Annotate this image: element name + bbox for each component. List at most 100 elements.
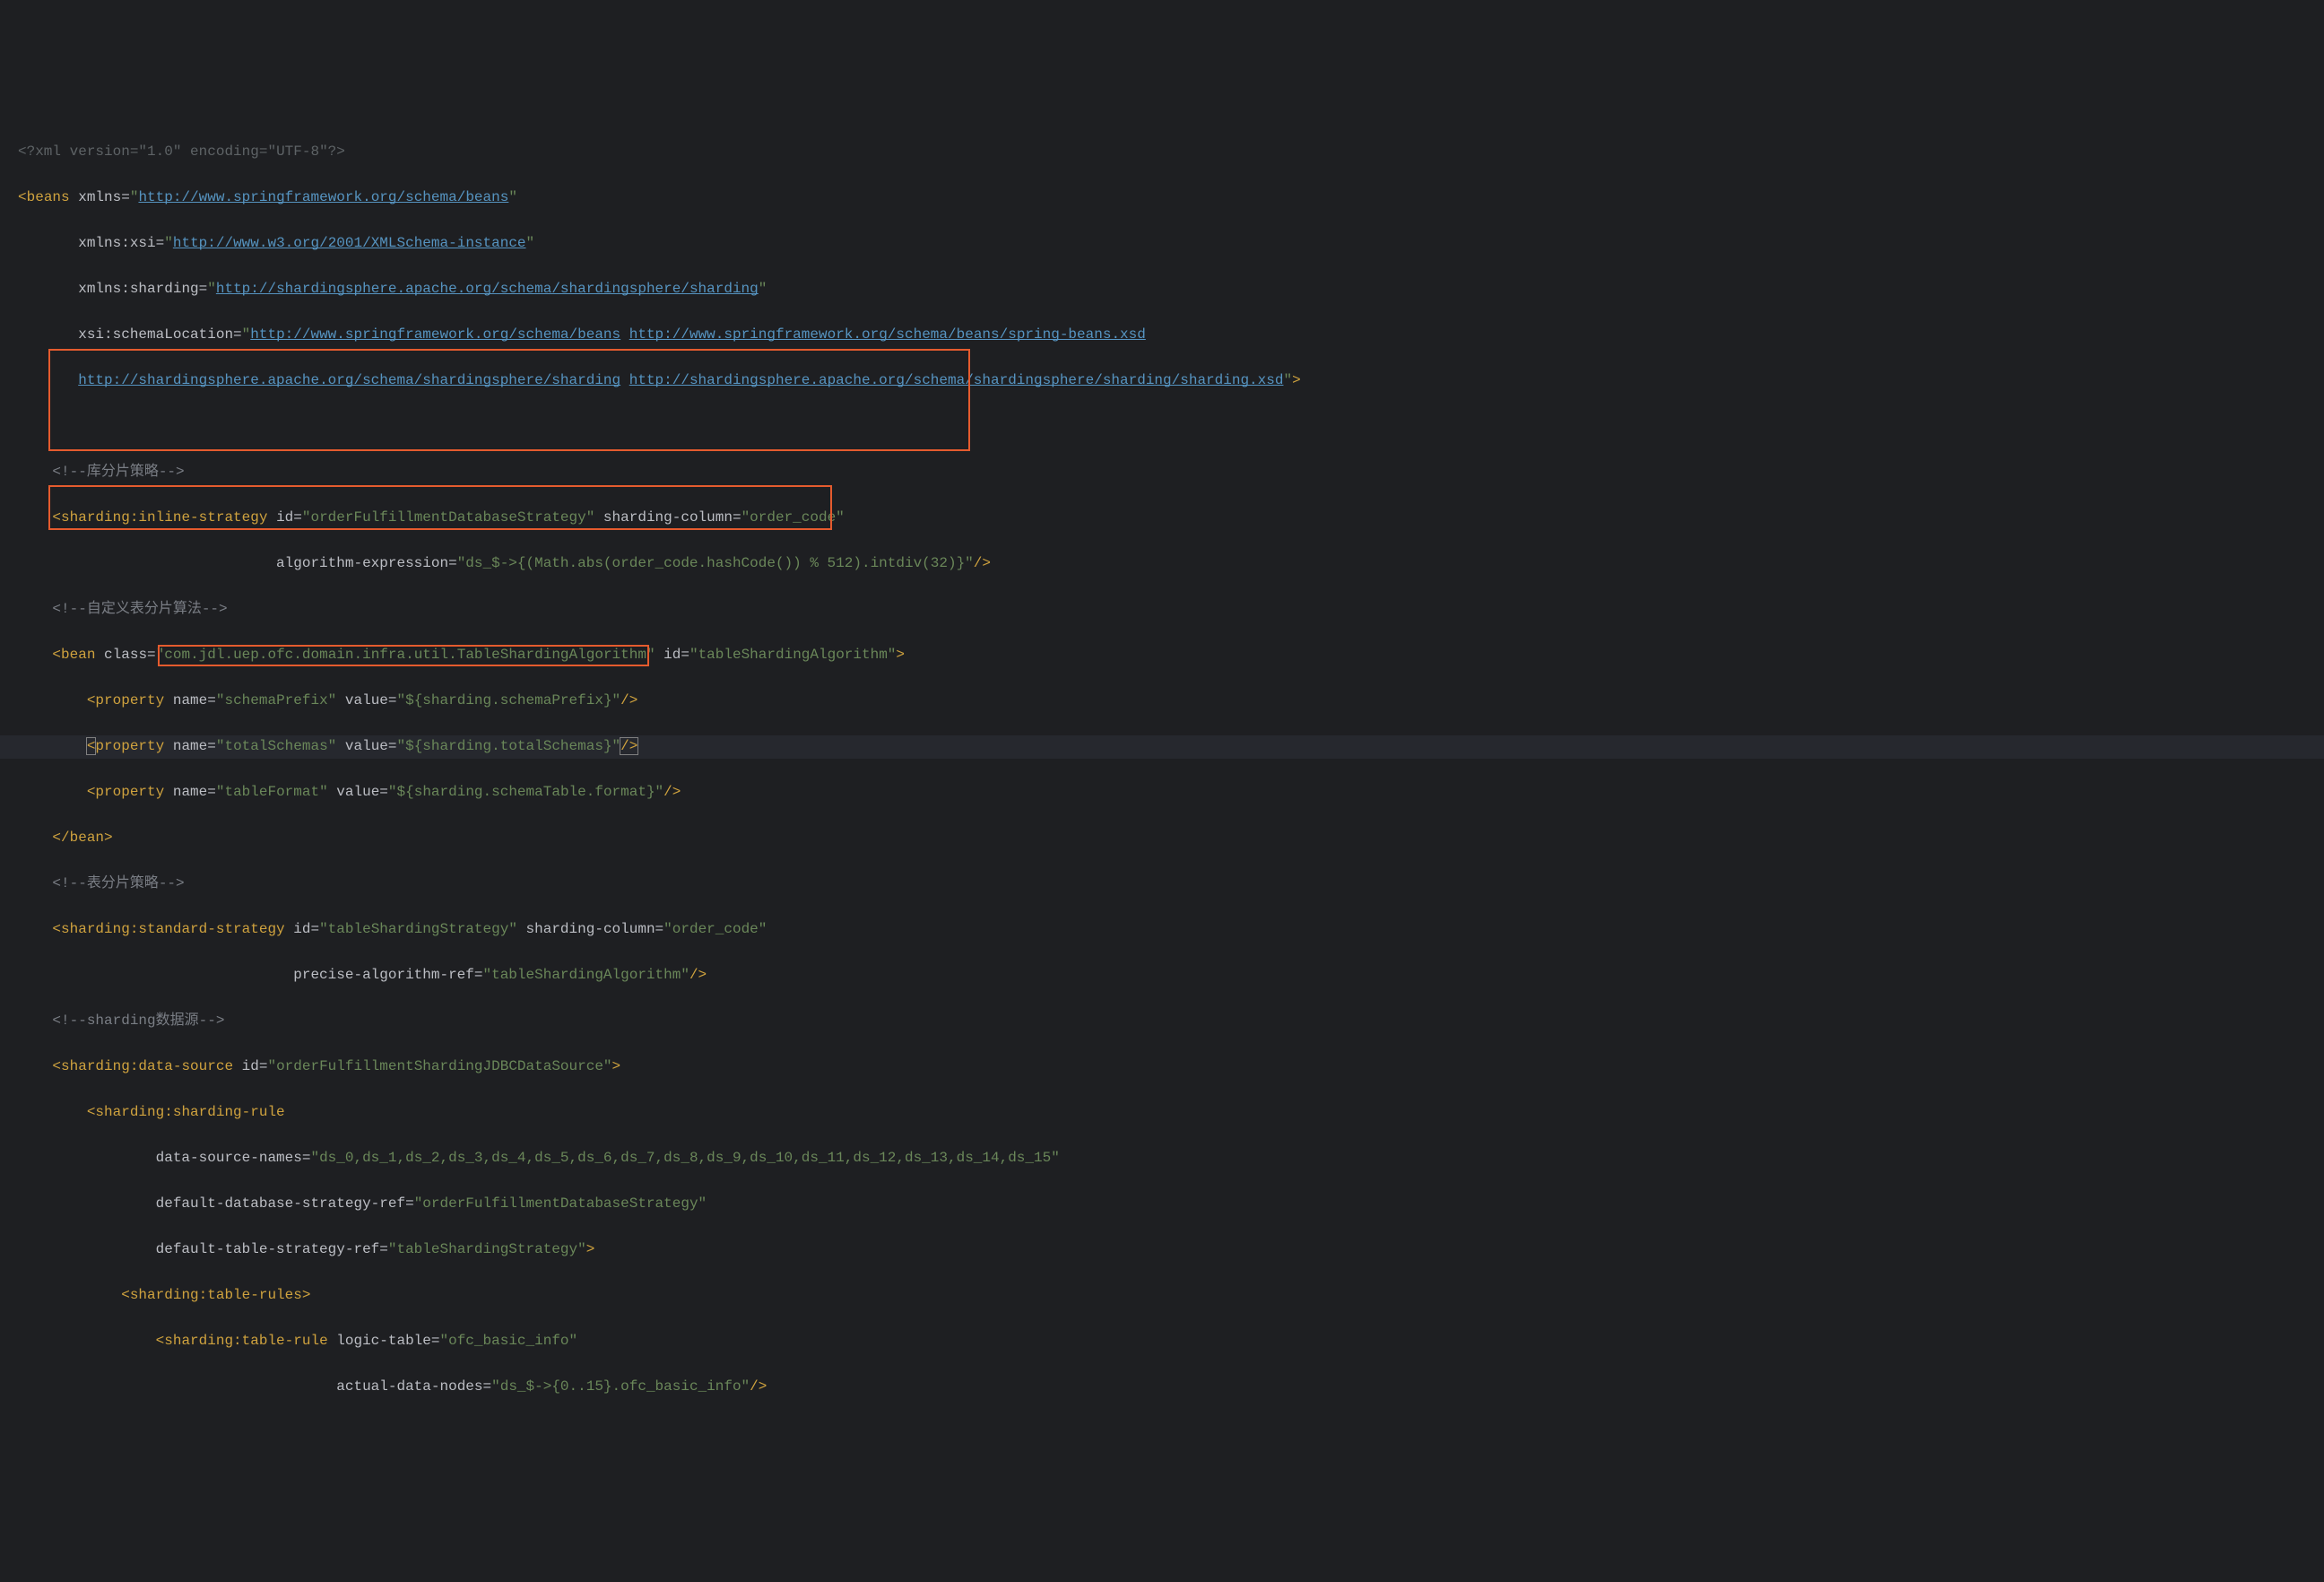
code-line[interactable]: <property name="tableFormat" value="${sh… <box>0 781 2324 804</box>
url-link[interactable]: http://www.w3.org/2001/XMLSchema-instanc… <box>173 235 526 251</box>
equals: = <box>207 784 216 800</box>
code-line[interactable]: http://shardingsphere.apache.org/schema/… <box>0 369 2324 393</box>
tag-close: /> <box>974 555 991 571</box>
attr-value: "tableShardingStrategy" <box>388 1241 586 1257</box>
code-line[interactable]: actual-data-nodes="ds_$->{0..15}.ofc_bas… <box>0 1376 2324 1399</box>
attr-name: id <box>276 509 293 526</box>
xml-decl-close: ?> <box>328 143 345 160</box>
code-line-cursor[interactable]: <property name="totalSchemas" value="${s… <box>0 735 2324 759</box>
attr-value: "orderFulfillmentDatabaseStrategy" <box>414 1195 707 1212</box>
quote: " <box>1283 372 1292 388</box>
code-line[interactable]: <sharding:inline-strategy id="orderFulfi… <box>0 507 2324 530</box>
code-line[interactable]: <?xml version="1.0" encoding="UTF-8"?> <box>0 141 2324 164</box>
code-line[interactable]: <property name="schemaPrefix" value="${s… <box>0 690 2324 713</box>
url-link[interactable]: http://www.springframework.org/schema/be… <box>250 326 620 343</box>
code-line[interactable]: <!--表分片策略--> <box>0 873 2324 896</box>
url-link[interactable]: http://shardingsphere.apache.org/schema/… <box>629 372 1284 388</box>
code-line[interactable]: <sharding:data-source id="orderFulfillme… <box>0 1056 2324 1079</box>
attr-name: default-database-strategy-ref <box>156 1195 405 1212</box>
code-line[interactable]: xmlns:sharding="http://shardingsphere.ap… <box>0 278 2324 301</box>
attr-name: data-source-names <box>156 1150 302 1166</box>
attr-name: value <box>328 784 380 800</box>
xml-comment: <!--库分片策略--> <box>52 464 184 480</box>
code-line[interactable]: default-database-strategy-ref="orderFulf… <box>0 1193 2324 1216</box>
url-link[interactable]: http://shardingsphere.apache.org/schema/… <box>78 372 620 388</box>
space <box>620 372 629 388</box>
code-line[interactable]: <!--自定义表分片算法--> <box>0 598 2324 622</box>
tag-close: > <box>586 1241 595 1257</box>
equals: = <box>233 326 242 343</box>
indent <box>18 281 78 297</box>
code-line[interactable]: default-table-strategy-ref="tableShardin… <box>0 1239 2324 1262</box>
tag-open: < <box>18 1333 164 1349</box>
url-link[interactable]: http://shardingsphere.apache.org/schema/… <box>216 281 759 297</box>
code-line[interactable]: data-source-names="ds_0,ds_1,ds_2,ds_3,d… <box>0 1147 2324 1170</box>
xml-decl-attr: xml version <box>35 143 130 160</box>
tag-close: > <box>104 830 113 846</box>
tag-close: /> <box>620 738 637 754</box>
code-line[interactable]: algorithm-expression="ds_$->{(Math.abs(o… <box>0 552 2324 576</box>
attr-name: xmlns:sharding <box>78 281 198 297</box>
attr-value: "ds_0,ds_1,ds_2,ds_3,ds_4,ds_5,ds_6,ds_7… <box>310 1150 1059 1166</box>
url-link[interactable]: http://www.springframework.org/schema/be… <box>138 189 508 205</box>
attr-name: xsi:schemaLocation <box>78 326 233 343</box>
equals: = <box>207 692 216 708</box>
code-editor[interactable]: <?xml version="1.0" encoding="UTF-8"?> <… <box>0 95 2324 1467</box>
attr-name: actual-data-nodes <box>336 1378 482 1395</box>
tag-name: property <box>95 784 172 800</box>
attr-value: "${sharding.schemaTable.format}" <box>388 784 663 800</box>
tag-close: /> <box>689 967 707 983</box>
indent <box>18 235 78 251</box>
code-line-blank[interactable] <box>0 415 2324 439</box>
quote: " <box>164 235 173 251</box>
attr-value: "ds_$->{(Math.abs(order_code.hashCode())… <box>457 555 974 571</box>
equals: = <box>199 281 208 297</box>
attr-value: "tableShardingAlgorithm" <box>483 967 689 983</box>
equals: = <box>388 738 397 754</box>
attr-name: logic-table <box>336 1333 431 1349</box>
attr-name: name <box>173 692 207 708</box>
tag-open: < <box>18 189 27 205</box>
url-link[interactable]: http://www.springframework.org/schema/be… <box>629 326 1146 343</box>
equals: = <box>431 1333 440 1349</box>
code-line[interactable]: xsi:schemaLocation="http://www.springfra… <box>0 324 2324 347</box>
code-line[interactable]: <sharding:sharding-rule <box>0 1101 2324 1125</box>
indent <box>18 555 276 571</box>
attr-name: name <box>173 738 207 754</box>
attr-name: id <box>242 1058 259 1074</box>
tag-name: beans <box>27 189 79 205</box>
equals: = <box>388 692 397 708</box>
attr-name: value <box>336 738 388 754</box>
tag-name: sharding:standard-strategy <box>61 921 293 937</box>
attr-name: value <box>336 692 388 708</box>
equals: = <box>121 189 130 205</box>
attr-name: algorithm-expression <box>276 555 448 571</box>
tag-close: > <box>302 1287 311 1303</box>
code-line[interactable]: precise-algorithm-ref="tableShardingAlgo… <box>0 964 2324 987</box>
tag-open: < <box>18 921 61 937</box>
code-line[interactable]: <sharding:table-rule logic-table="ofc_ba… <box>0 1330 2324 1353</box>
indent <box>18 601 52 617</box>
indent <box>18 1195 156 1212</box>
code-line[interactable]: <beans xmlns="http://www.springframework… <box>0 187 2324 210</box>
equals: = <box>681 647 689 663</box>
code-line[interactable]: <sharding:standard-strategy id="tableSha… <box>0 918 2324 942</box>
tag-close: /> <box>750 1378 767 1395</box>
code-line[interactable]: <!--sharding数据源--> <box>0 1010 2324 1033</box>
indent <box>18 326 78 343</box>
tag-open: </ <box>18 830 70 846</box>
code-line[interactable]: </bean> <box>0 827 2324 850</box>
xml-decl-open: <? <box>18 143 35 160</box>
indent <box>18 464 52 480</box>
indent <box>18 967 293 983</box>
equals: = <box>156 235 165 251</box>
attr-name: sharding-column <box>517 921 655 937</box>
tag-close: > <box>1292 372 1301 388</box>
attr-name: precise-algorithm-ref <box>293 967 474 983</box>
equals: = <box>483 1378 492 1395</box>
tag-open: < <box>18 647 61 663</box>
code-line[interactable]: xmlns:xsi="http://www.w3.org/2001/XMLSch… <box>0 232 2324 256</box>
code-line[interactable]: <bean class="com.jdl.uep.ofc.domain.infr… <box>0 644 2324 667</box>
code-line[interactable]: <!--库分片策略--> <box>0 461 2324 484</box>
code-line[interactable]: <sharding:table-rules> <box>0 1284 2324 1308</box>
